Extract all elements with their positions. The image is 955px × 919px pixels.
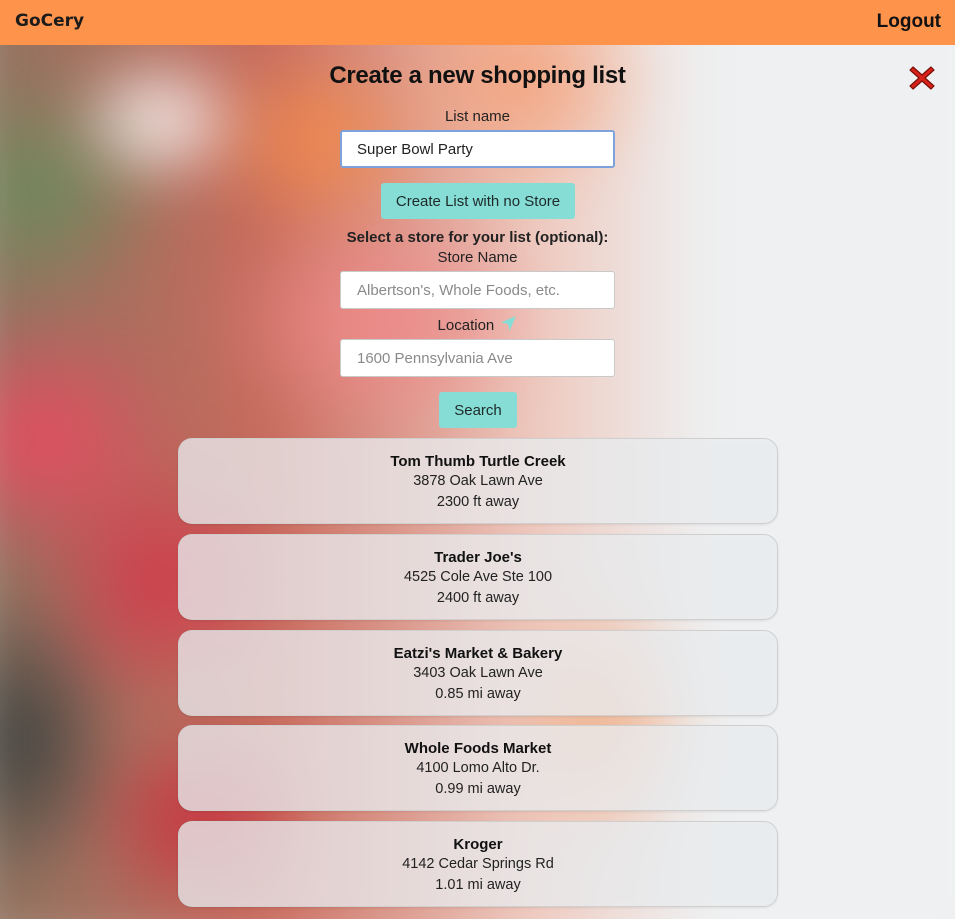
top-nav-bar: GoCery Logout [0, 0, 955, 45]
select-store-prompt: Select a store for your list (optional): [346, 229, 609, 246]
store-name-label: Store Name [437, 249, 518, 266]
store-result-card[interactable]: Kroger 4142 Cedar Springs Rd 1.01 mi awa… [178, 821, 778, 907]
create-list-panel: Create a new shopping list List name Cre… [0, 45, 955, 919]
close-button[interactable] [908, 64, 936, 92]
store-result-card[interactable]: Whole Foods Market 4100 Lomo Alto Dr. 0.… [178, 725, 778, 811]
store-distance: 2300 ft away [436, 494, 520, 510]
location-arrow-icon[interactable] [500, 315, 517, 336]
store-distance: 2400 ft away [436, 590, 520, 606]
list-name-label: List name [444, 108, 511, 125]
store-result-card[interactable]: Trader Joe's 4525 Cole Ave Ste 100 2400 … [178, 534, 778, 620]
store-address: 4525 Cole Ave Ste 100 [403, 569, 553, 585]
store-distance: 1.01 mi away [435, 877, 521, 893]
store-distance: 0.99 mi away [435, 781, 521, 797]
store-address: 4100 Lomo Alto Dr. [416, 760, 540, 776]
store-result-card[interactable]: Eatzi's Market & Bakery 3403 Oak Lawn Av… [178, 630, 778, 716]
close-icon [909, 66, 935, 90]
store-name-input[interactable] [340, 271, 615, 309]
store-result-card[interactable]: Tom Thumb Turtle Creek 3878 Oak Lawn Ave… [178, 438, 778, 524]
store-address: 3878 Oak Lawn Ave [413, 473, 543, 489]
store-name: Kroger [453, 836, 503, 853]
store-name: Eatzi's Market & Bakery [393, 645, 563, 662]
store-name: Tom Thumb Turtle Creek [390, 453, 566, 470]
location-label-row: Location [0, 315, 955, 336]
page-title: Create a new shopping list [329, 62, 626, 89]
create-list-no-store-button[interactable]: Create List with no Store [381, 183, 575, 219]
brand-logo[interactable]: GoCery [15, 11, 84, 31]
store-name: Whole Foods Market [404, 740, 552, 757]
store-address: 4142 Cedar Springs Rd [402, 856, 554, 872]
store-name: Trader Joe's [434, 549, 522, 566]
list-name-input[interactable] [340, 130, 615, 168]
location-label: Location [437, 317, 495, 334]
logout-link[interactable]: Logout [877, 11, 941, 33]
store-distance: 0.85 mi away [435, 686, 521, 702]
search-button[interactable]: Search [439, 392, 517, 428]
store-address: 3403 Oak Lawn Ave [413, 665, 543, 681]
location-input[interactable] [340, 339, 615, 377]
